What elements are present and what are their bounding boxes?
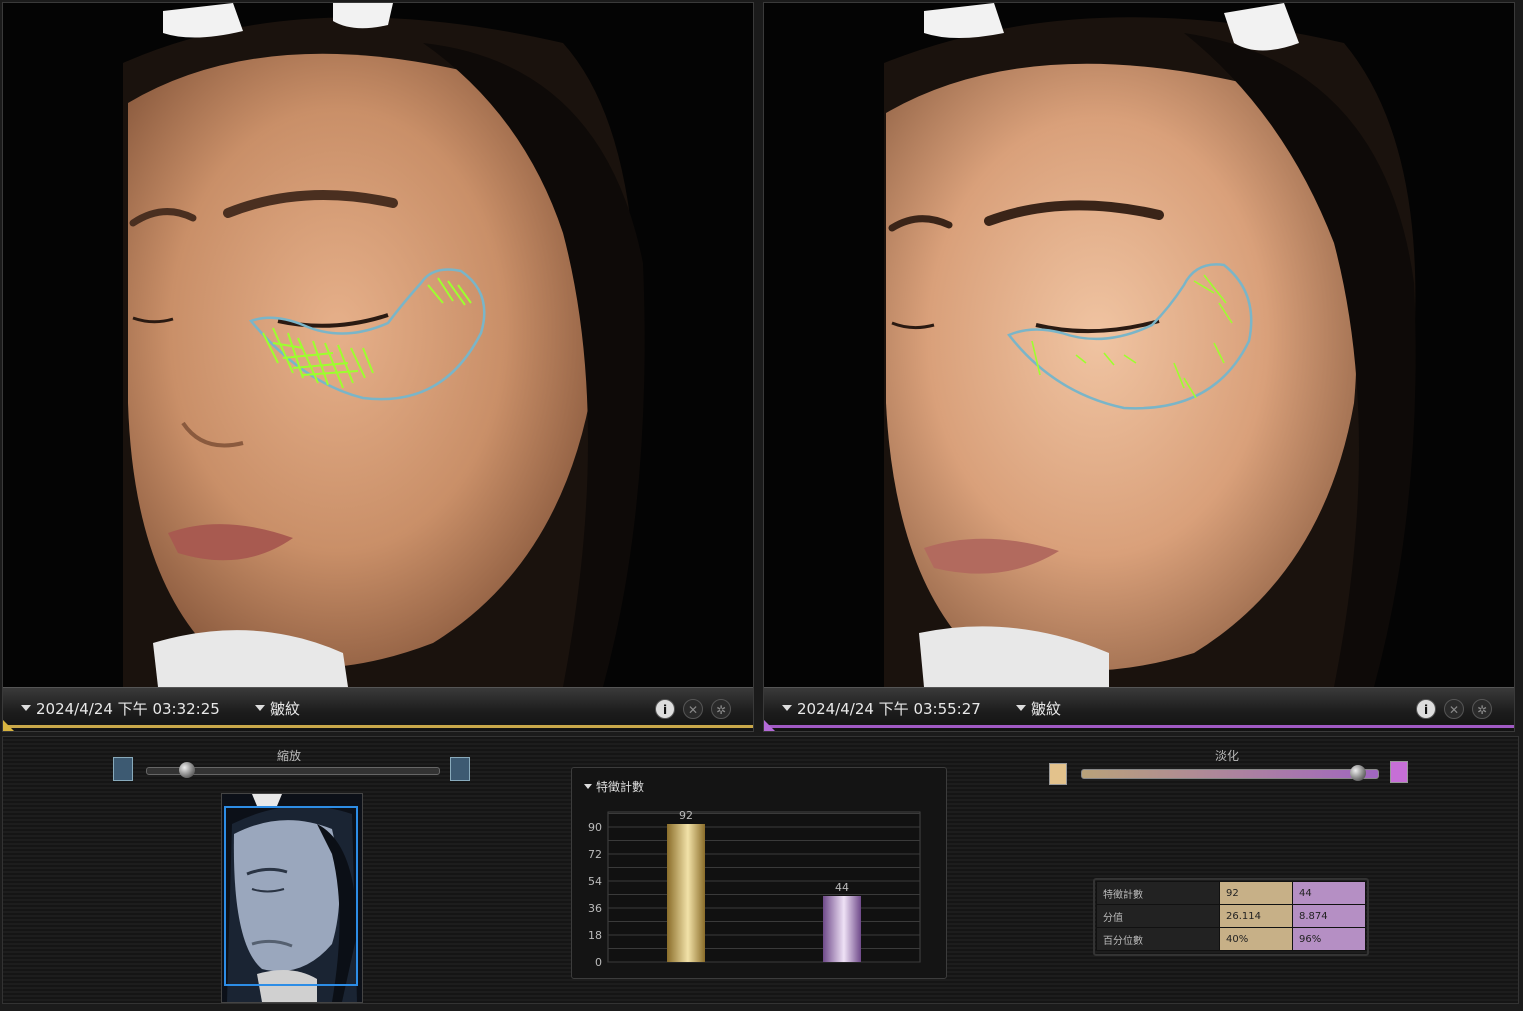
- analysis-control-panel: 縮放 特徵計數 0 18 36 54 72 90 92 44 淡化 特徵計數 92 44 分值 26.…: [2, 736, 1519, 1004]
- y-tick-label: 36: [588, 902, 602, 915]
- fade-label: 淡化: [1215, 749, 1240, 763]
- right-color-swatch[interactable]: [1390, 761, 1408, 783]
- right-date-text: 2024/4/24 下午 03:55:27: [797, 700, 981, 718]
- feature-count-chart: 特徵計數 0 18 36 54 72 90 92 44: [571, 767, 947, 979]
- row-label: 百分位數: [1096, 927, 1220, 951]
- face-zoom-out-icon[interactable]: [113, 757, 133, 781]
- left-panel-toolbar: 2024/4/24 下午 03:32:25 皺紋 i ✕ ✲: [3, 687, 753, 731]
- dropdown-triangle-icon: [1016, 705, 1026, 711]
- y-tick-label: 90: [588, 821, 602, 834]
- left-color-swatch[interactable]: [1049, 763, 1067, 785]
- table-row: 特徵計數 92 44: [1096, 881, 1366, 905]
- left-date-text: 2024/4/24 下午 03:32:25: [36, 700, 220, 718]
- left-mode-text: 皺紋: [270, 700, 301, 718]
- row-label: 特徵計數: [1096, 881, 1220, 905]
- left-image-panel[interactable]: 2024/4/24 下午 03:32:25 皺紋 i ✕ ✲: [2, 2, 754, 732]
- left-face-photo[interactable]: [3, 3, 753, 687]
- navigator-selection-box[interactable]: [224, 806, 358, 986]
- left-date-dropdown[interactable]: 2024/4/24 下午 03:32:25: [21, 698, 220, 719]
- left-corner-marker: [3, 720, 15, 731]
- left-panel-actions: i ✕ ✲: [647, 698, 731, 719]
- left-face-illustration: [3, 3, 753, 687]
- right-value: 8.874: [1292, 904, 1366, 928]
- eye-zoom-in-icon[interactable]: [450, 757, 470, 781]
- right-image-panel[interactable]: 2024/4/24 下午 03:55:27 皺紋 i ✕ ✲: [763, 2, 1515, 732]
- y-tick-label: 72: [588, 848, 602, 861]
- bar: [823, 896, 861, 962]
- bar-value-label: 44: [835, 881, 849, 894]
- right-face-photo[interactable]: [764, 3, 1514, 687]
- right-mode-dropdown[interactable]: 皺紋: [1016, 698, 1061, 719]
- table-row: 分值 26.114 8.874: [1096, 904, 1366, 928]
- info-icon[interactable]: i: [655, 698, 675, 719]
- zoom-label: 縮放: [277, 749, 302, 763]
- plot-area: [607, 811, 921, 963]
- left-value: 26.114: [1219, 904, 1293, 928]
- left-accent-line: [3, 725, 753, 728]
- dropdown-triangle-icon: [21, 705, 31, 711]
- left-value: 40%: [1219, 927, 1293, 951]
- results-table: 特徵計數 92 44 分值 26.114 8.874 百分位數 40% 96%: [1096, 881, 1366, 951]
- left-mode-dropdown[interactable]: 皺紋: [255, 698, 300, 719]
- y-tick-label: 54: [588, 875, 602, 888]
- right-mode-text: 皺紋: [1031, 700, 1062, 718]
- right-value: 96%: [1292, 927, 1366, 951]
- right-accent-line: [764, 725, 1514, 728]
- settings-icon[interactable]: ✲: [1472, 698, 1492, 719]
- zoom-slider-handle[interactable]: [179, 762, 196, 778]
- info-icon[interactable]: i: [1416, 698, 1436, 719]
- right-value: 44: [1292, 881, 1366, 905]
- close-icon[interactable]: ✕: [683, 698, 703, 719]
- right-panel-actions: i ✕ ✲: [1408, 698, 1492, 719]
- feature-count-svg: 0 18 36 54 72 90 92 44: [588, 809, 921, 969]
- y-tick-label: 0: [595, 956, 602, 969]
- fade-slider-handle[interactable]: [1350, 765, 1367, 781]
- table-row: 百分位數 40% 96%: [1096, 927, 1366, 951]
- left-value: 92: [1219, 881, 1293, 905]
- bar: [667, 824, 705, 962]
- right-date-dropdown[interactable]: 2024/4/24 下午 03:55:27: [782, 698, 981, 719]
- settings-icon[interactable]: ✲: [711, 698, 731, 719]
- close-icon[interactable]: ✕: [1444, 698, 1464, 719]
- dropdown-triangle-icon: [255, 705, 265, 711]
- right-face-illustration: [764, 3, 1514, 687]
- right-corner-marker: [764, 720, 776, 731]
- navigator-preview[interactable]: [221, 793, 363, 1003]
- fade-slider[interactable]: [1081, 769, 1379, 779]
- right-panel-toolbar: 2024/4/24 下午 03:55:27 皺紋 i ✕ ✲: [764, 687, 1514, 731]
- y-tick-label: 18: [588, 929, 602, 942]
- row-label: 分值: [1096, 904, 1220, 928]
- bar-value-label: 92: [679, 809, 693, 822]
- dropdown-triangle-icon: [782, 705, 792, 711]
